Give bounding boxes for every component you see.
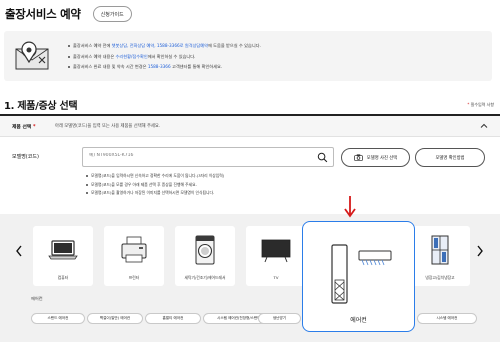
notice-link-3[interactable]: 1588-3366 — [148, 64, 171, 69]
chip-heat-cool[interactable]: 냉난방기 — [258, 313, 301, 324]
notice-lines: 출장서비스 예약 전에 챗봇상담, 전화상담 예약, 1588-3366로 원격… — [68, 41, 261, 73]
product-select-bar[interactable]: 제품 선택 * 아래 모델명(코드)을 입력 또는 사용 제품을 선택해 주세요… — [0, 116, 500, 137]
chip-home-multi[interactable]: 홈멀티 에어컨 — [145, 313, 201, 324]
product-card-refrigerator[interactable]: 냉장고/김치냉장고 — [410, 226, 470, 286]
printer-icon — [121, 236, 147, 263]
chevron-right-icon[interactable] — [475, 244, 485, 258]
product-select-description: 아래 모델명(코드)을 입력 또는 사용 제품을 선택해 주세요. — [55, 124, 161, 129]
model-label: 모델명(코드) — [12, 154, 39, 160]
product-card-label: 에어컨 — [350, 317, 367, 324]
chip-stand[interactable]: 스탠드 에어컨 — [31, 313, 85, 324]
page-title: 출장서비스 예약 — [5, 7, 81, 21]
model-input[interactable] — [89, 153, 309, 158]
red-pointer-arrow — [344, 196, 356, 218]
title-row: 출장서비스 예약 신청가이드 — [5, 5, 132, 23]
product-card-label: 세탁기/건조기/에어드레서 — [184, 275, 226, 280]
camera-icon — [354, 154, 363, 161]
hint-3: 모델명(코드)을 촬영하거나 저장된 이미지를 선택하시면 모델명이 인식됩니다… — [86, 189, 224, 198]
model-search-field[interactable] — [82, 147, 334, 167]
chevron-up-icon[interactable] — [480, 122, 488, 130]
notice-link-1[interactable]: 챗봇상담, 전화상담 예약, 1588-3366로 원격상담예약 — [112, 43, 208, 48]
product-card-washer[interactable]: 세탁기/건조기/에어드레서 — [175, 226, 235, 286]
sub-category-label: 에어컨 — [31, 296, 43, 301]
chip-wall[interactable]: 벽걸이(일반) 에어컨 — [87, 313, 143, 324]
guide-button[interactable]: 신청가이드 — [92, 6, 132, 22]
model-hints: 모델명(코드)을 입력하시면 신속하고 정확한 수리에 도움이 됩니다.(3자리… — [86, 172, 224, 198]
product-card-computer[interactable]: 컴퓨터 — [33, 226, 93, 286]
product-card-tv[interactable]: TV — [246, 226, 306, 286]
notice-box: 출장서비스 예약 전에 챗봇상담, 전화상담 예약, 1588-3366로 원격… — [4, 31, 492, 81]
search-icon[interactable] — [317, 152, 328, 163]
product-select-label: 제품 선택 * — [12, 125, 36, 130]
air-conditioner-icon — [331, 244, 392, 304]
washing-machine-icon — [195, 235, 215, 265]
tv-icon — [261, 239, 291, 263]
model-how-button[interactable]: 모델명 확인방법 — [415, 148, 485, 167]
model-photo-button[interactable]: 모델명 사진 선택 — [341, 148, 410, 167]
notice-link-2[interactable]: 수리현황/접수확인 — [116, 54, 148, 59]
hint-1: 모델명(코드)을 입력하시면 신속하고 정확한 수리에 도움이 됩니다.(3자리… — [86, 172, 224, 181]
required-note: * 필수입력 사항 — [467, 102, 494, 107]
product-card-label: 컴퓨터 — [57, 275, 69, 280]
chevron-left-icon[interactable] — [14, 244, 24, 258]
refrigerator-icon — [431, 235, 449, 265]
notice-line-3: 출장서비스 완료 내용 및 약속 시간 변경은 1588-3366 고객센터를 … — [68, 62, 261, 73]
chip-system[interactable]: 시스템 에어컨 — [417, 313, 477, 324]
service-location-icon — [15, 41, 49, 70]
product-card-air-conditioner[interactable]: 에어컨 — [302, 221, 415, 332]
product-card-label: 프린터 — [128, 275, 140, 280]
product-card-printer[interactable]: 프린터 — [104, 226, 164, 286]
notice-line-2: 출장서비스 예약 내용은 수리현황/접수확인에서 확인하실 수 있습니다. — [68, 52, 261, 63]
product-card-label: TV — [273, 275, 279, 280]
notice-line-1: 출장서비스 예약 전에 챗봇상담, 전화상담 예약, 1588-3366로 원격… — [68, 41, 261, 52]
laptop-icon — [48, 240, 78, 260]
section-title: 1. 제품/증상 선택 — [4, 101, 78, 112]
product-card-label: 냉장고/김치냉장고 — [425, 275, 455, 280]
hint-2: 모델명(코드)을 모를 경우 아래 제품 선택 후 증상을 진행해 주세요. — [86, 181, 224, 190]
